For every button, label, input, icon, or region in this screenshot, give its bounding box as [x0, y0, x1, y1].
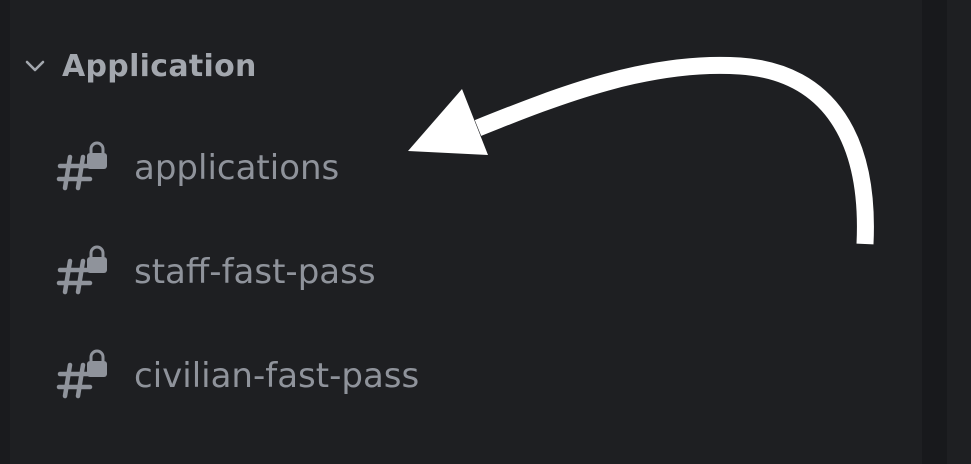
locked-text-channel-icon [56, 141, 107, 191]
channel-applications[interactable]: applications [56, 138, 339, 198]
server-list-edge [0, 0, 10, 464]
channel-name: civilian-fast-pass [134, 356, 420, 396]
category-application[interactable]: Application [22, 44, 257, 88]
category-label: Application [62, 48, 257, 84]
channel-staff-fast-pass[interactable]: staff-fast-pass [56, 242, 376, 302]
locked-text-channel-icon [56, 349, 107, 399]
panel-divider [922, 0, 947, 464]
locked-text-channel-icon [56, 245, 107, 295]
channel-name: staff-fast-pass [134, 252, 376, 292]
channel-name: applications [134, 148, 340, 188]
channel-civilian-fast-pass[interactable]: civilian-fast-pass [56, 346, 419, 406]
right-panel-edge [947, 0, 971, 464]
chevron-down-icon [25, 60, 45, 72]
